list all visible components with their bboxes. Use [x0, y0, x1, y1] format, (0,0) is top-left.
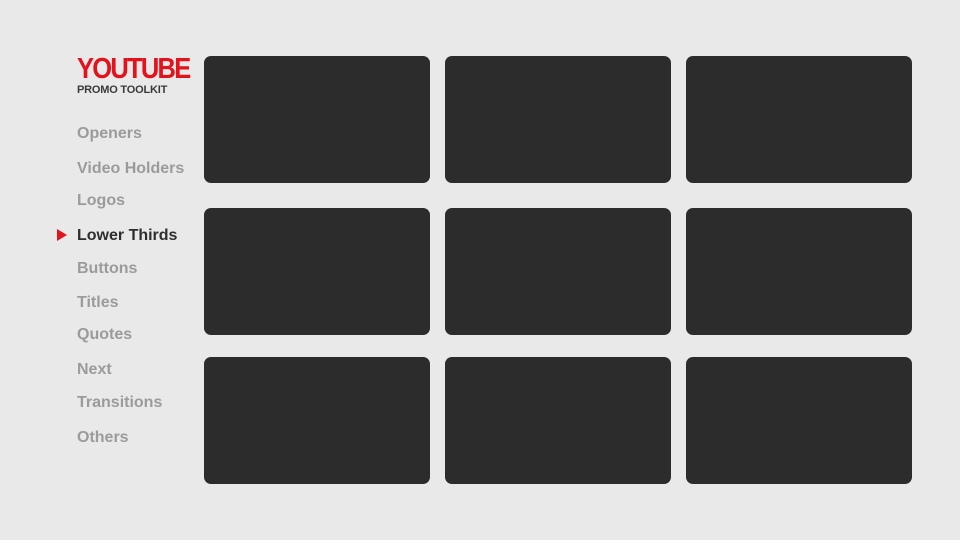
sidebar-nav: Openers Video Holders Logos Lower Thirds… [0, 0, 200, 540]
thumbnail-tile[interactable] [204, 208, 430, 335]
nav-item-titles[interactable]: Titles [77, 291, 119, 315]
thumbnail-tile[interactable] [445, 56, 671, 183]
thumbnail-tile[interactable] [686, 56, 912, 183]
nav-item-logos[interactable]: Logos [77, 189, 125, 213]
thumbnail-tile[interactable] [204, 56, 430, 183]
nav-item-video-holders[interactable]: Video Holders [77, 157, 184, 181]
thumbnail-tile[interactable] [445, 208, 671, 335]
nav-item-others[interactable]: Others [77, 426, 129, 450]
nav-item-openers[interactable]: Openers [77, 122, 142, 146]
nav-item-transitions[interactable]: Transitions [77, 391, 162, 415]
thumbnail-tile[interactable] [686, 208, 912, 335]
triangle-right-icon [57, 229, 67, 241]
nav-item-next[interactable]: Next [77, 358, 112, 382]
nav-item-buttons[interactable]: Buttons [77, 257, 137, 281]
thumbnail-tile[interactable] [686, 357, 912, 484]
nav-item-lower-thirds[interactable]: Lower Thirds [77, 224, 177, 248]
nav-item-quotes[interactable]: Quotes [77, 323, 132, 347]
thumbnail-tile[interactable] [445, 357, 671, 484]
thumbnail-tile[interactable] [204, 357, 430, 484]
